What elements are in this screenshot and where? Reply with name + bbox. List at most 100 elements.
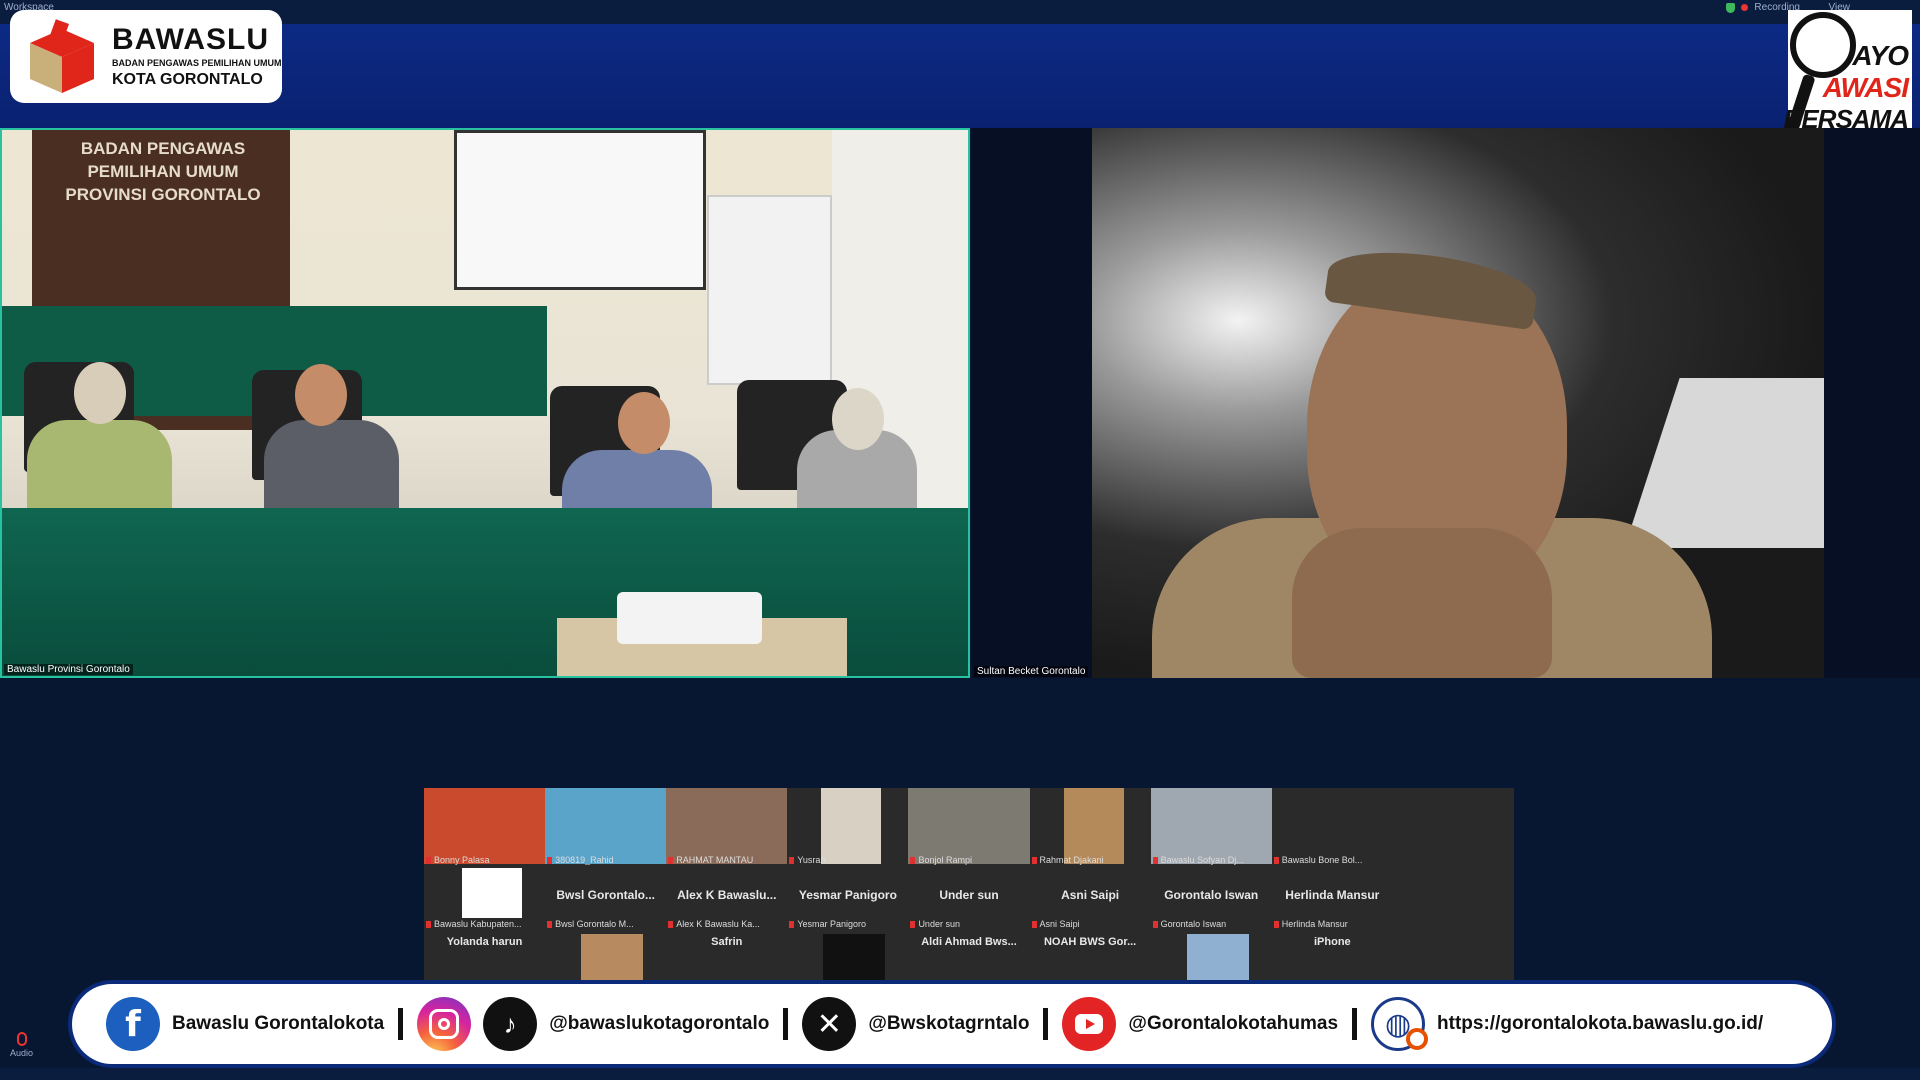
gallery-tile[interactable]: NOAH BWS Gor... bbox=[1030, 930, 1151, 980]
record-dot-icon bbox=[1741, 4, 1749, 11]
participant-thumbnail bbox=[908, 788, 1030, 864]
facebook-handle: Bawaslu Gorontalokota bbox=[172, 1013, 385, 1034]
participant-name-label: Sultan Becket Gorontalo bbox=[974, 666, 1089, 677]
participant-name-label: Bawaslu Bone Bol... bbox=[1274, 855, 1363, 865]
gallery-tile[interactable]: RAHMAT MANTAU bbox=[666, 788, 788, 866]
wall-sign: BADAN PENGAWAS PEMILIHAN UMUM PROVINSI G… bbox=[65, 139, 261, 204]
participant-thumbnail bbox=[424, 788, 546, 864]
participant-display-name: Gorontalo Iswan bbox=[1164, 888, 1259, 902]
participant-thumbnail bbox=[1186, 934, 1249, 980]
gallery-tile[interactable] bbox=[787, 930, 908, 980]
meeting-bottom-strip bbox=[0, 1068, 1920, 1080]
gallery-row: Yolanda harun Safrin Aldi Ahmad Bws... NOAH… bbox=[424, 930, 1514, 980]
youtube-icon bbox=[1062, 997, 1117, 1051]
gallery-tile[interactable]: Yusran bbox=[787, 788, 908, 866]
gallery-tile[interactable]: iPhone bbox=[1272, 930, 1393, 980]
participant-name-label: Alex K Bawaslu Ka... bbox=[668, 919, 760, 929]
social-media-bar: f Bawaslu Gorontalokota ♪ @bawaslukotago… bbox=[68, 980, 1836, 1068]
youtube-handle: @Gorontalokotahumas bbox=[1128, 1013, 1339, 1034]
participant-display-name: Alex K Bawaslu... bbox=[677, 888, 777, 902]
gallery-tile[interactable]: Asni Saipi Asni Saipi bbox=[1030, 866, 1151, 930]
participant-name-label: RAHMAT MANTAU bbox=[668, 855, 753, 865]
gallery-tile[interactable]: Bawaslu Sofyan Dj... bbox=[1150, 788, 1272, 866]
x-twitter-icon: ✕ bbox=[802, 997, 857, 1051]
gallery-tile[interactable] bbox=[1393, 866, 1514, 930]
instagram-tiktok-item[interactable]: ♪ @bawaslukotagorontalo bbox=[417, 997, 769, 1051]
separator bbox=[1352, 1008, 1358, 1040]
bawaslu-logo: BAWASLU BADAN PENGAWAS PEMILIHAN UMUM KO… bbox=[10, 10, 282, 103]
gallery-tile[interactable]: Bwsl Gorontalo... Bwsl Gorontalo M... bbox=[545, 866, 666, 930]
projector bbox=[617, 592, 762, 644]
participant-name-label: Bawaslu Sofyan Dj... bbox=[1153, 855, 1244, 865]
gallery-tile[interactable]: Bonjol Rampi bbox=[908, 788, 1030, 866]
participant-name-label: Bawaslu Provinsi Gorontalo bbox=[4, 664, 133, 675]
youtube-item[interactable]: @Gorontalokotahumas bbox=[1062, 997, 1338, 1051]
gallery-tile[interactable]: 380819_Rahid bbox=[545, 788, 667, 866]
participant-name-label: 380819_Rahid bbox=[547, 855, 614, 865]
participant-thumbnail bbox=[545, 788, 667, 864]
participant-name-label: Bonny Palasa bbox=[426, 855, 490, 865]
gallery-tile[interactable] bbox=[545, 930, 666, 980]
audio-control[interactable]: Audio bbox=[10, 1032, 33, 1058]
participant-name-label: Under sun bbox=[910, 919, 960, 929]
participant-name-label: Herlinda Mansur bbox=[1274, 919, 1348, 929]
gallery-tile[interactable] bbox=[1151, 930, 1272, 980]
participant-thumbnail bbox=[821, 788, 882, 864]
facebook-icon: f bbox=[106, 997, 160, 1051]
logo-name: BAWASLU bbox=[112, 23, 269, 57]
instagram-tiktok-handle: @bawaslukotagorontalo bbox=[549, 1013, 770, 1034]
participant-thumbnail bbox=[823, 934, 886, 980]
participant-display-name: iPhone bbox=[1313, 936, 1351, 948]
participant-name-label: Bwsl Gorontalo M... bbox=[547, 919, 634, 929]
header-band bbox=[0, 24, 1920, 128]
x-item[interactable]: ✕ @Bwskotagrntalo bbox=[802, 997, 1029, 1051]
gallery-tile[interactable]: Aldi Ahmad Bws... bbox=[908, 930, 1029, 980]
participant-thumbnail bbox=[1392, 788, 1514, 864]
active-speaker-video[interactable]: BADAN PENGAWAS PEMILIHAN UMUM PROVINSI G… bbox=[0, 128, 970, 678]
gallery-tile[interactable]: Under sun Under sun bbox=[908, 866, 1029, 930]
tiktok-icon: ♪ bbox=[483, 997, 538, 1051]
gallery-tile[interactable]: Yolanda harun bbox=[424, 930, 545, 980]
gallery-row: Bawaslu Kabupaten... Bwsl Gorontalo... Bws… bbox=[424, 866, 1514, 930]
website-item[interactable]: ◍ https://gorontalokota.bawaslu.go.id/ bbox=[1371, 997, 1763, 1051]
ballot-box-logo-icon bbox=[30, 18, 94, 93]
projection-screen bbox=[454, 130, 706, 290]
instagram-icon bbox=[417, 997, 472, 1051]
participant-display-name: Yesmar Panigoro bbox=[798, 888, 897, 902]
participant-display-name: Herlinda Mansur bbox=[1285, 888, 1380, 902]
audio-label: Audio bbox=[10, 1048, 34, 1058]
participant-thumbnail bbox=[1271, 788, 1393, 864]
participant-name-label: Yesmar Panigoro bbox=[789, 919, 866, 929]
gallery-tile[interactable]: Rahmat Djakani bbox=[1030, 788, 1151, 866]
gallery-tile[interactable]: Gorontalo Iswan Gorontalo Iswan bbox=[1151, 866, 1272, 930]
gallery-tile[interactable] bbox=[1392, 788, 1514, 866]
gallery-tile[interactable]: Bawaslu Kabupaten... bbox=[424, 866, 545, 930]
participant-name-label: Bonjol Rampi bbox=[910, 855, 972, 865]
gallery-tile[interactable]: Safrin bbox=[666, 930, 787, 980]
logo-subtitle: BADAN PENGAWAS PEMILIHAN UMUM bbox=[112, 57, 282, 68]
participant-display-name: Yolanda harun bbox=[446, 936, 523, 948]
facebook-item[interactable]: f Bawaslu Gorontalokota bbox=[106, 997, 384, 1051]
gallery-tile[interactable] bbox=[1393, 930, 1514, 980]
gallery-tile[interactable]: Alex K Bawaslu... Alex K Bawaslu Ka... bbox=[666, 866, 787, 930]
magnifier-icon bbox=[1790, 12, 1856, 78]
x-handle: @Bwskotagrntalo bbox=[868, 1013, 1030, 1034]
gallery-row: Bonny Palasa 380819_Rahid RAHMAT MANTAU Yus… bbox=[424, 788, 1514, 866]
badge-line-1: AYO bbox=[1852, 40, 1909, 71]
participant-thumbnail bbox=[1063, 788, 1124, 864]
gallery-tile[interactable]: Yesmar Panigoro Yesmar Panigoro bbox=[787, 866, 908, 930]
participant-thumbnail bbox=[1150, 788, 1272, 864]
gallery-tile[interactable]: Bawaslu Bone Bol... bbox=[1271, 788, 1393, 866]
participant-video[interactable]: Sultan Becket Gorontalo bbox=[972, 128, 1920, 678]
participant-display-name: Safrin bbox=[711, 936, 743, 948]
microphone-icon bbox=[16, 1032, 27, 1046]
participant-name-label: Yusran bbox=[789, 855, 825, 865]
participant-gallery[interactable]: Bonny Palasa 380819_Rahid RAHMAT MANTAU Yus… bbox=[424, 788, 1514, 980]
meeting-top-strip: Workspace Recording View bbox=[0, 0, 1920, 24]
participant-name-label: Rahmat Djakani bbox=[1032, 855, 1104, 865]
gallery-tile[interactable]: Herlinda Mansur Herlinda Mansur bbox=[1272, 866, 1393, 930]
shield-icon bbox=[1726, 2, 1736, 13]
gallery-tile[interactable]: Bonny Palasa bbox=[424, 788, 546, 866]
participant-display-name: NOAH BWS Gor... bbox=[1043, 936, 1137, 948]
globe-search-icon: ◍ bbox=[1371, 997, 1429, 1051]
